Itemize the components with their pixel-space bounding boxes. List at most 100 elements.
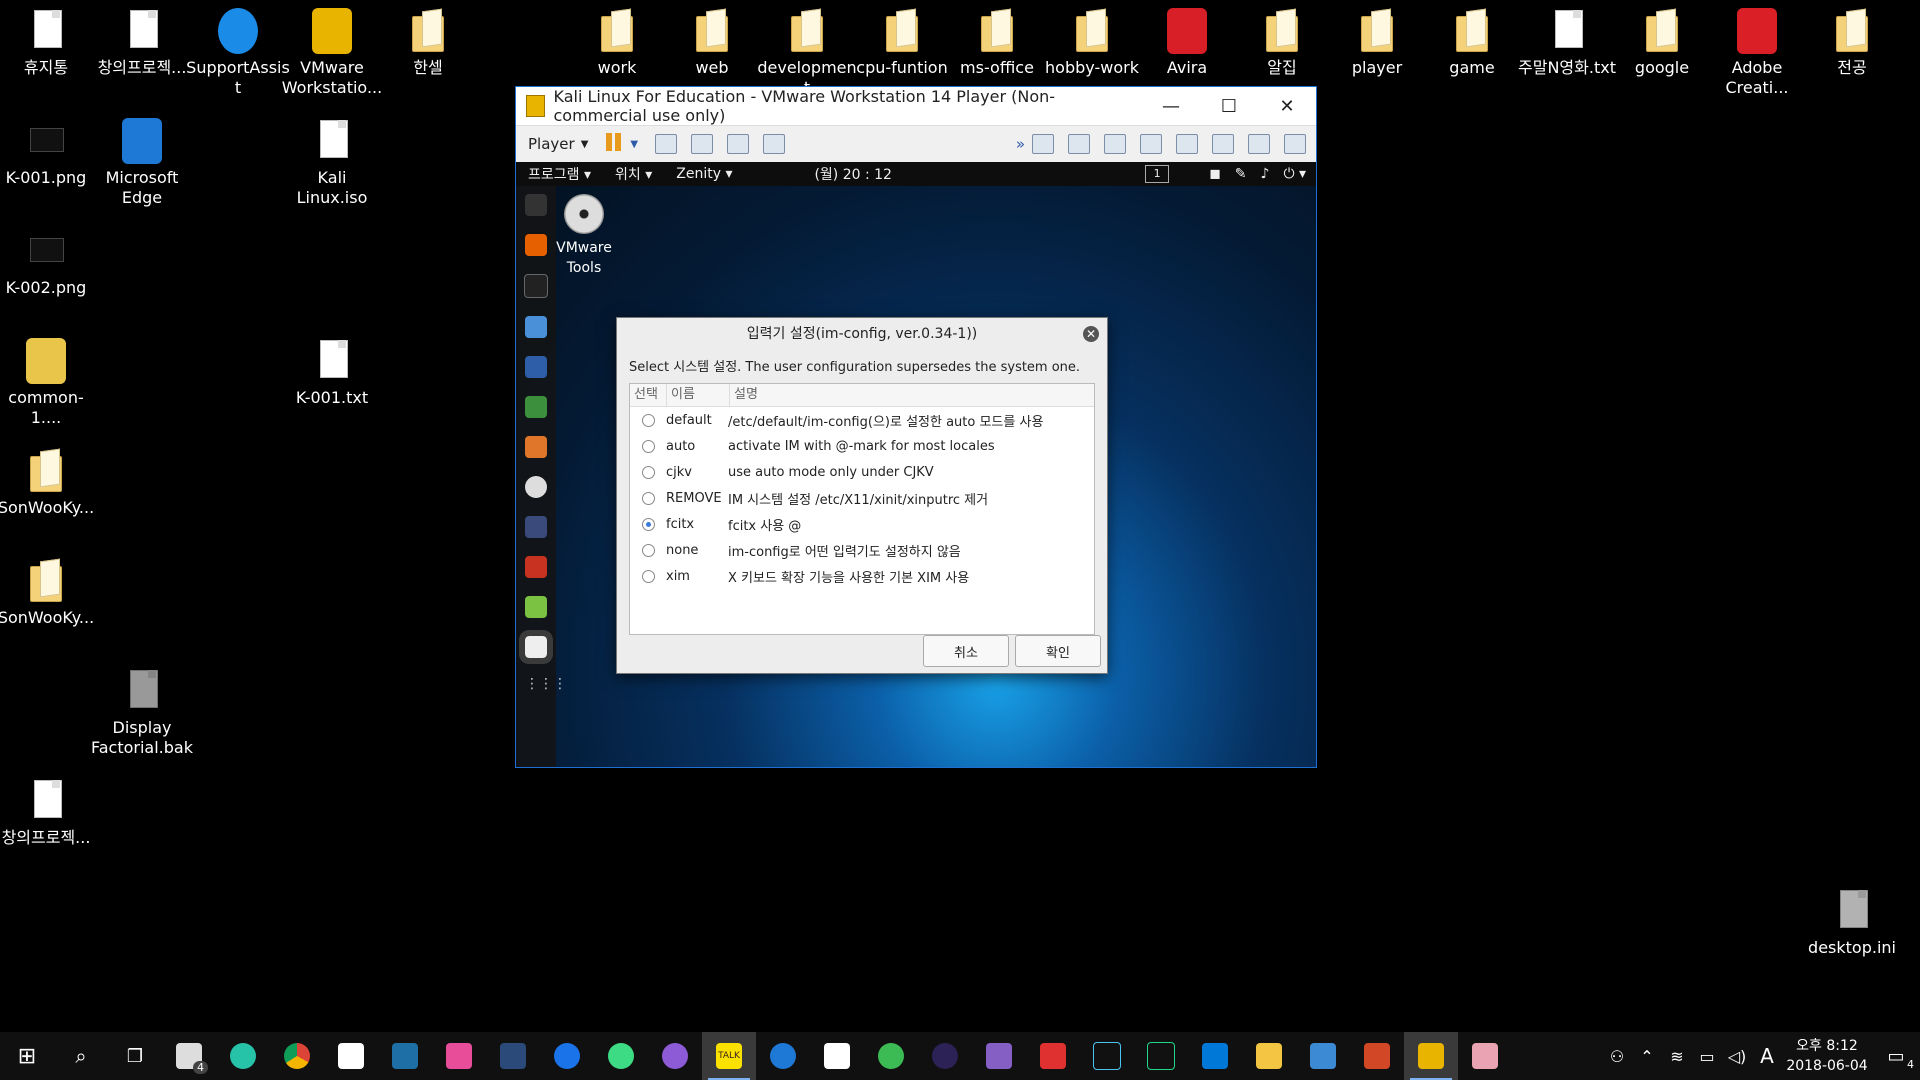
desktop-folder-web[interactable]: web <box>660 8 764 78</box>
column-header-desc[interactable]: 설명 <box>730 384 1094 406</box>
beef-icon[interactable] <box>525 516 547 538</box>
desktop-file-desktop-ini[interactable]: desktop.ini <box>1800 888 1904 958</box>
radio-button[interactable] <box>641 439 655 453</box>
taskbar-hancom[interactable] <box>1296 1032 1350 1080</box>
list-item-auto[interactable]: auto activate IM with @-mark for most loc… <box>630 433 1094 459</box>
battery-icon[interactable]: ▭ <box>1692 1047 1722 1066</box>
desktop-icon-project-archive[interactable]: 창의프로젝... <box>0 778 98 848</box>
pause-button[interactable] <box>606 133 624 155</box>
desktop-file-weekend-movie[interactable]: 주말N영화.txt <box>1515 8 1619 78</box>
radio-button[interactable] <box>641 491 655 505</box>
maximize-button[interactable]: ☐ <box>1200 87 1258 125</box>
cd-icon[interactable] <box>1068 134 1090 154</box>
volume-icon[interactable]: ♪ <box>1261 166 1270 182</box>
usb-icon[interactable] <box>1212 134 1234 154</box>
taskbar-file-explorer[interactable] <box>1242 1032 1296 1080</box>
taskbar-chrome[interactable] <box>270 1032 324 1080</box>
taskbar-github[interactable] <box>648 1032 702 1080</box>
taskbar-atom[interactable] <box>864 1032 918 1080</box>
taskbar-powerpoint[interactable] <box>1350 1032 1404 1080</box>
hdd-icon[interactable] <box>1032 134 1054 154</box>
desktop-icon-k001-png[interactable]: K-001.png <box>0 118 98 188</box>
vmware-window[interactable]: Kali Linux For Education - VMware Workst… <box>515 86 1317 768</box>
people-icon[interactable]: ⚇ <box>1602 1047 1632 1066</box>
desktop-icon-avira[interactable]: Avira <box>1135 8 1239 78</box>
desktop-icon-supportassist[interactable]: SupportAssist <box>186 8 290 98</box>
cancel-button[interactable]: 취소 <box>923 635 1009 667</box>
taskbar-vscode[interactable] <box>1188 1032 1242 1080</box>
files-icon[interactable] <box>525 316 547 338</box>
search-button[interactable]: ⌕ <box>54 1032 108 1080</box>
wifi-icon[interactable]: ≋ <box>1662 1047 1692 1066</box>
taskbar-mail[interactable]: 4 <box>162 1032 216 1080</box>
taskbar-webstorm[interactable] <box>1080 1032 1134 1080</box>
desktop-icon-adobe-creative[interactable]: Adobe Creati... <box>1705 8 1809 98</box>
panel-clock[interactable]: (월) 20 : 12 <box>814 164 892 184</box>
taskbar-pycharm[interactable] <box>1134 1032 1188 1080</box>
desktop-icon-common-jar[interactable]: common-1.... <box>0 338 98 428</box>
armitage-icon[interactable] <box>525 396 547 418</box>
desktop-folder-google[interactable]: google <box>1610 8 1714 78</box>
guest-screen[interactable]: 프로그램 ▾ 위치 ▾ Zenity ▾ (월) 20 : 12 1 ◼ ✎ ♪… <box>516 162 1316 767</box>
power-icon[interactable]: ⏻ ▾ <box>1283 166 1306 182</box>
radio-button[interactable] <box>641 569 655 583</box>
radio-button[interactable] <box>641 543 655 557</box>
desktop-folder-player[interactable]: player <box>1325 8 1429 78</box>
desktop-icon-recycle-bin[interactable]: 휴지통 <box>0 8 98 78</box>
desktop-icon-edge[interactable]: Microsoft Edge <box>90 118 194 208</box>
desktop-folder-cpu-funtion[interactable]: cpu-funtion <box>850 8 954 78</box>
desktop-folder-game[interactable]: game <box>1420 8 1524 78</box>
column-header-name[interactable]: 이름 <box>667 384 730 406</box>
send-ctrl-alt-del-icon[interactable] <box>655 134 678 154</box>
desktop-folder-hobby-work[interactable]: hobby-work <box>1040 8 1144 78</box>
taskbar-app-red[interactable] <box>1026 1032 1080 1080</box>
sound-icon[interactable] <box>1176 134 1198 154</box>
taskbar-vmware[interactable] <box>1404 1032 1458 1080</box>
taskbar-maps[interactable] <box>540 1032 594 1080</box>
applications-menu[interactable]: 프로그램 ▾ <box>516 164 603 184</box>
desktop-folder-development[interactable]: development <box>755 8 859 98</box>
pen-icon[interactable]: ✎ <box>1235 166 1247 182</box>
start-button[interactable]: ⊞ <box>0 1032 54 1080</box>
message-log-icon[interactable] <box>1284 134 1306 154</box>
app-menu-zenity[interactable]: Zenity ▾ <box>664 166 744 182</box>
camera-icon[interactable]: ◼ <box>1209 166 1221 182</box>
radio-button[interactable] <box>641 413 655 427</box>
dock-item-blank-icon[interactable] <box>525 194 547 216</box>
column-header-select[interactable]: 선택 <box>630 384 667 406</box>
firefox-icon[interactable] <box>525 234 547 256</box>
taskbar-snipping[interactable] <box>1458 1032 1512 1080</box>
action-center-button[interactable]: ▭ 4 <box>1872 1046 1920 1071</box>
ime-indicator[interactable]: A <box>1752 1044 1782 1068</box>
metasploit-icon[interactable] <box>525 356 547 378</box>
desktop-icon-vmware-tools[interactable]: VMware Tools <box>554 194 614 278</box>
player-menu[interactable]: Player <box>516 135 581 153</box>
taskbar-swift[interactable] <box>216 1032 270 1080</box>
taskbar-eclipse[interactable] <box>918 1032 972 1080</box>
desktop-icon-k001-txt[interactable]: K-001.txt <box>280 338 384 408</box>
taskbar-clock[interactable]: 오후 8:12 2018-06-04 <box>1782 1036 1872 1076</box>
desktop-folder-work[interactable]: work <box>565 8 669 78</box>
desktop-folder-major[interactable]: 전공 <box>1800 8 1904 78</box>
burpsuite-icon[interactable] <box>525 436 547 458</box>
removable-devices-icon[interactable] <box>691 134 714 154</box>
vmware-title-bar[interactable]: Kali Linux For Education - VMware Workst… <box>516 87 1316 125</box>
taskbar-edge[interactable] <box>756 1032 810 1080</box>
list-item-fcitx[interactable]: fcitx fcitx 사용 @ <box>630 511 1094 537</box>
list-item-xim[interactable]: xim X 키보드 확장 기능을 사용한 기본 XIM 사용 <box>630 563 1094 589</box>
desktop-folder-alzip[interactable]: 알집 <box>1230 8 1334 78</box>
unity-icon[interactable] <box>763 134 786 154</box>
list-item-default[interactable]: default/etc/default/im-config(으)로 설정한 au… <box>630 407 1094 433</box>
taskbar-android-studio[interactable] <box>594 1032 648 1080</box>
faraday-icon[interactable] <box>525 556 547 578</box>
fullscreen-icon[interactable] <box>727 134 750 154</box>
taskbar-virtualbox[interactable] <box>378 1032 432 1080</box>
leafpad-icon[interactable] <box>525 596 547 618</box>
zenity-list-icon[interactable] <box>519 630 553 664</box>
taskbar-star-app[interactable] <box>432 1032 486 1080</box>
list-item-cjkv[interactable]: cjkv use auto mode only under CJKV <box>630 459 1094 485</box>
desktop-icon-hancell[interactable]: 한셀 <box>376 8 480 78</box>
dialog-title-bar[interactable]: 입력기 설정(im-config, ver.0.34-1)) ✕ <box>617 318 1107 350</box>
places-menu[interactable]: 위치 ▾ <box>603 164 664 184</box>
taskbar-sway[interactable] <box>810 1032 864 1080</box>
